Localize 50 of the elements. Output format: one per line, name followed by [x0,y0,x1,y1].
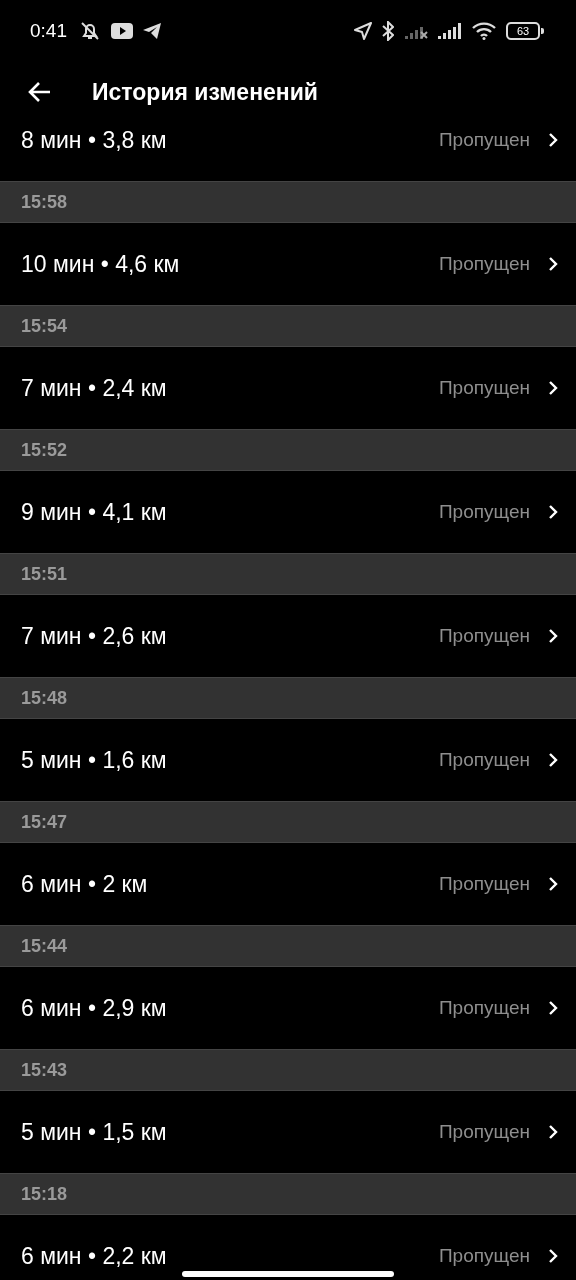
time-label: 15:43 [21,1059,68,1081]
chevron-right-icon [548,380,558,396]
back-arrow-icon [28,81,52,103]
trip-status: Пропущен [438,377,530,399]
chevron-right-icon [548,1124,558,1140]
trip-summary: 6 мин • 2,9 км [21,994,168,1022]
time-label: 15:58 [21,191,68,213]
chevron-right-icon [548,1000,558,1016]
chevron-right-icon [548,132,558,148]
wifi-icon [472,22,496,40]
trip-summary: 6 мин • 2,2 км [21,1242,168,1268]
chevron-right-icon [548,504,558,520]
time-label: 15:18 [21,1183,68,1205]
chevron-right-icon [548,876,558,892]
trip-status: Пропущен [438,501,530,523]
time-label: 15:54 [21,315,68,337]
trip-summary: 6 мин • 2 км [21,870,149,898]
trip-status: Пропущен [438,997,530,1019]
bluetooth-icon [382,21,394,41]
trip-summary: 7 мин • 2,4 км [21,374,168,402]
clock: 0:41 [30,20,67,42]
trip-status: Пропущен [438,1121,530,1143]
time-label: 15:51 [21,563,68,585]
trip-status: Пропущен [438,129,530,151]
trip-summary: 10 мин • 4,6 км [21,250,181,278]
chevron-right-icon [548,628,558,644]
muted-bell-icon [79,21,101,41]
signal-icon [438,23,462,39]
time-label: 15:48 [21,687,68,709]
trip-summary: 5 мин • 1,5 км [21,1118,168,1146]
time-label: 15:52 [21,439,68,461]
trip-summary: 5 мин • 1,6 км [21,746,168,774]
chevron-right-icon [548,752,558,768]
trip-summary: 7 мин • 2,6 км [21,622,168,650]
trip-summary: 8 мин • 3,8 км [21,126,168,154]
time-label: 15:47 [21,811,68,833]
back-button[interactable] [28,81,52,103]
chevron-right-icon [548,1248,558,1264]
screen-title: История изменений [92,78,318,106]
trip-status: Пропущен [438,873,530,895]
chevron-right-icon [548,256,558,272]
trip-status: Пропущен [438,625,530,647]
paper-plane-icon [143,23,161,39]
trip-status: Пропущен [438,749,530,771]
trip-summary: 9 мин • 4,1 км [21,498,168,526]
trip-status: Пропущен [438,253,530,275]
location-arrow-icon [354,22,372,40]
trip-status: Пропущен [438,1245,530,1267]
play-icon [111,23,133,39]
time-label: 15:44 [21,935,68,957]
